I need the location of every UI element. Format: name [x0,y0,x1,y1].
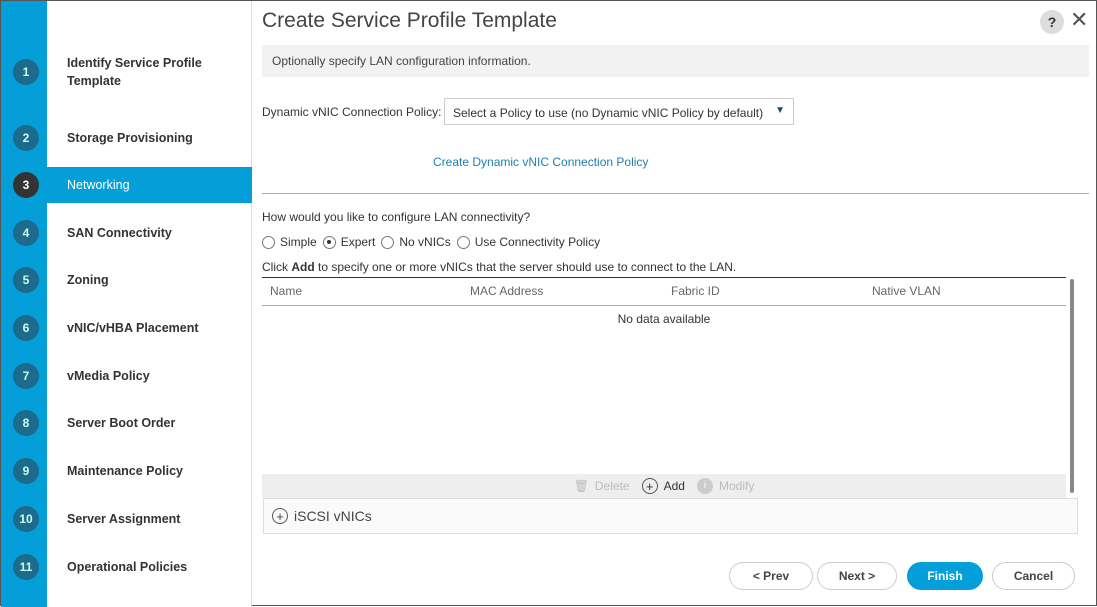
step-label: Storage Provisioning [67,131,193,145]
col-mac[interactable]: MAC Address [470,284,543,298]
dynamic-vnic-select[interactable]: Select a Policy to use (no Dynamic vNIC … [444,98,794,125]
step-number: 3 [13,172,39,198]
wizard-step-1[interactable]: 1 Identify Service Profile Template [1,52,252,92]
step-number: 4 [13,220,39,246]
wizard-step-9[interactable]: 9 Maintenance Policy [1,451,252,491]
lan-question: How would you like to configure LAN conn… [262,210,531,224]
step-label: vMedia Policy [67,369,150,383]
col-name[interactable]: Name [270,284,302,298]
radio-button[interactable] [262,235,275,249]
step-label: Networking [67,178,130,192]
create-dynamic-vnic-link[interactable]: Create Dynamic vNIC Connection Policy [433,155,648,169]
prev-button[interactable]: < Prev [729,562,813,590]
wizard-step-10[interactable]: 10 Server Assignment [1,499,252,539]
instr-pre: Click [262,260,292,274]
modify-button[interactable]: Modify [719,479,754,493]
plus-icon: + [641,478,658,494]
radio-label: Simple [280,235,317,249]
dynamic-vnic-label: Dynamic vNIC Connection Policy: [262,105,442,119]
radio-option[interactable]: Use Connectivity Policy [456,235,601,249]
wizard-step-2[interactable]: 2 Storage Provisioning [1,118,252,158]
wizard-step-11[interactable]: 11 Operational Policies [1,547,252,587]
step-label: Server Assignment [67,512,181,526]
step-number: 8 [13,410,39,436]
scrollbar[interactable] [1070,279,1074,493]
cancel-button[interactable]: Cancel [992,562,1075,590]
step-number: 10 [13,506,39,532]
vnic-table-header: Name MAC Address Fabric ID Native VLAN [262,279,1066,306]
col-fabric[interactable]: Fabric ID [671,284,720,298]
select-value: Select a Policy to use (no Dynamic vNIC … [453,106,764,120]
finish-button[interactable]: Finish [907,562,983,590]
trash-icon: 🗑 [573,479,589,493]
add-instructions: Click Add to specify one or more vNICs t… [262,260,1066,278]
step-label: Operational Policies [67,560,188,574]
step-label: SAN Connectivity [67,226,172,240]
page-title: Create Service Profile Template [262,9,557,32]
radio-button[interactable] [322,235,336,249]
col-vlan[interactable]: Native VLAN [872,284,941,298]
step-number: 2 [13,125,39,151]
radio-option[interactable]: Simple [262,235,317,249]
wizard-step-8[interactable]: 8 Server Boot Order [1,403,252,443]
radio-option[interactable]: No vNICs [381,235,451,249]
next-button[interactable]: Next > [817,562,897,590]
step-label: Server Boot Order [67,416,176,430]
radio-button[interactable] [381,235,395,249]
wizard-step-5[interactable]: 5 Zoning [1,260,252,300]
divider [262,193,1089,194]
instr-bold: Add [291,260,315,274]
table-toolbar: 🗑 Delete + Add i Modify [262,474,1066,498]
close-icon[interactable]: ✕ [1070,7,1088,33]
info-icon: i [696,478,713,494]
step-number: 5 [13,267,39,293]
step-label: vNIC/vHBA Placement [67,321,199,335]
help-icon[interactable]: ? [1040,10,1064,34]
step-number: 9 [13,458,39,484]
step-label: Maintenance Policy [67,464,184,478]
radio-button[interactable] [456,235,470,249]
radio-label: Expert [340,235,376,249]
step-label: Zoning [67,273,109,287]
add-button[interactable]: Add [664,479,685,493]
radio-label: No vNICs [399,235,451,249]
instr-post: to specify one or more vNICs that the se… [314,260,737,274]
iscsi-vnics-expander[interactable]: + iSCSI vNICs [263,498,1078,534]
wizard-step-3[interactable]: 3 Networking [1,165,252,205]
radio-label: Use Connectivity Policy [474,235,601,249]
step-number: 6 [13,315,39,341]
iscsi-label: iSCSI vNICs [294,508,372,524]
dropdown-arrow-icon: ▼ [775,105,785,116]
radio-option[interactable]: Expert [322,235,376,249]
plus-icon: + [272,508,288,524]
no-data-text: No data available [617,312,711,326]
info-banner: Optionally specify LAN configuration inf… [262,45,1089,77]
step-number: 11 [13,554,39,580]
step-number: 7 [13,363,39,389]
wizard-step-7[interactable]: 7 vMedia Policy [1,356,252,396]
wizard-step-6[interactable]: 6 vNIC/vHBA Placement [1,308,252,348]
wizard-step-4[interactable]: 4 SAN Connectivity [1,213,252,253]
step-number: 1 [13,59,39,85]
step-label: Identify Service Profile Template [67,56,202,88]
main-panel: Create Service Profile Template ? ✕ Opti… [252,1,1096,605]
delete-button[interactable]: Delete [595,479,630,493]
lan-connectivity-options: Simple Expert No vNICs Use Connectivity Pol… [262,235,602,249]
